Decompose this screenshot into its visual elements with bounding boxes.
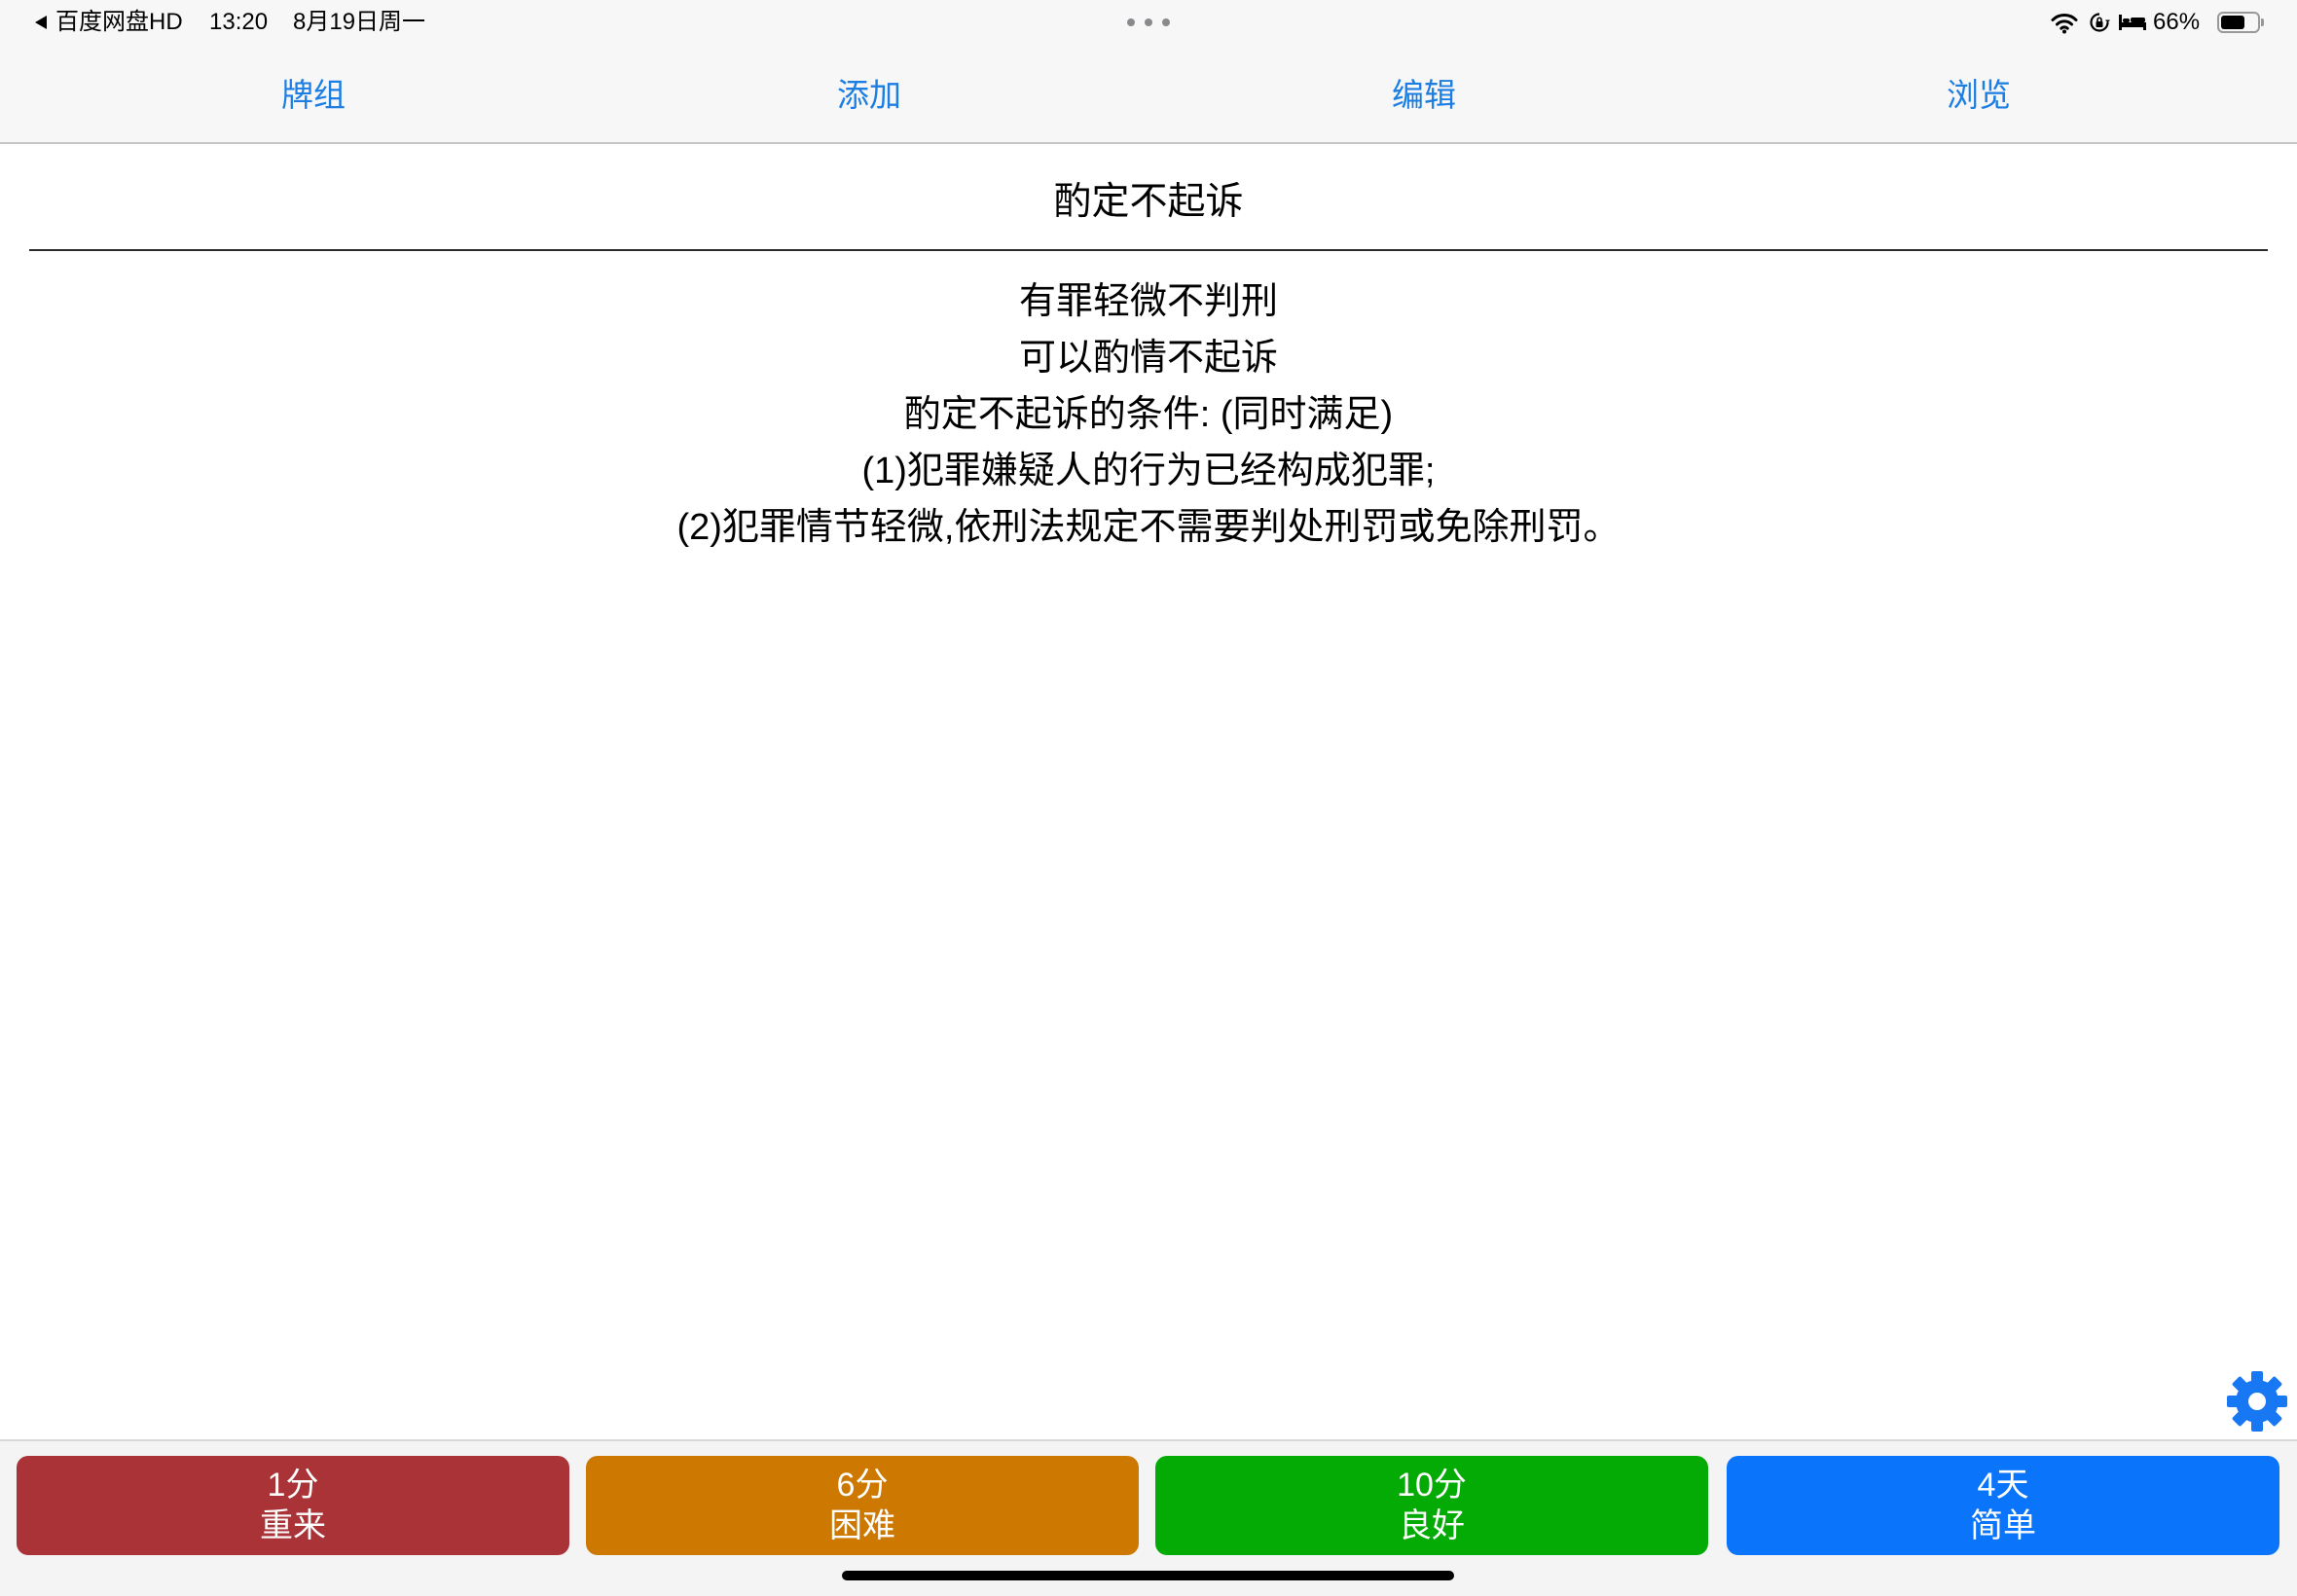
answer-line: 有罪轻微不判刑 <box>1018 281 1278 322</box>
more-dots-icon[interactable] <box>1127 18 1170 26</box>
card-question: 酌定不起诉 <box>1053 181 1244 223</box>
orientation-lock-icon <box>2090 13 2110 32</box>
answer-line: (1)犯罪嫌疑人的行为已经构成犯罪; <box>861 451 1436 491</box>
answer-line: 可以酌情不起诉 <box>1018 338 1278 379</box>
answer-line: 酌定不起诉的条件: (同时满足) <box>903 394 1394 435</box>
tab-edit[interactable]: 编辑 <box>1278 76 1570 115</box>
tab-browse[interactable]: 浏览 <box>1833 76 2125 115</box>
tab-add[interactable]: 添加 <box>723 76 1015 115</box>
easy-label: 简单 <box>1970 1507 2036 1544</box>
good-button[interactable]: 10分 良好 <box>1155 1456 1708 1555</box>
tab-decks[interactable]: 牌组 <box>167 76 459 115</box>
again-button[interactable]: 1分 重来 <box>17 1456 569 1555</box>
status-date: 8月19日周一 <box>293 9 426 35</box>
hard-label: 困难 <box>829 1507 895 1544</box>
good-interval: 10分 <box>1397 1467 1467 1504</box>
again-label: 重来 <box>260 1507 326 1544</box>
easy-interval: 4天 <box>1977 1467 2029 1504</box>
status-time: 13:20 <box>209 9 269 35</box>
battery-nub <box>2261 18 2264 26</box>
easy-button[interactable]: 4天 简单 <box>1727 1456 2279 1555</box>
battery-icon <box>2217 12 2260 33</box>
card-answer: 有罪轻微不判刑 可以酌情不起诉 酌定不起诉的条件: (同时满足) (1)犯罪嫌疑… <box>0 273 2297 556</box>
battery-level-fill <box>2221 16 2244 29</box>
home-indicator[interactable] <box>842 1571 1454 1580</box>
back-arrow-icon[interactable] <box>35 16 47 29</box>
good-label: 良好 <box>1399 1507 1465 1544</box>
wifi-icon <box>2051 14 2078 34</box>
battery-percentage: 66% <box>2153 9 2201 35</box>
sleep-mode-icon <box>2119 15 2146 30</box>
hard-button[interactable]: 6分 困难 <box>586 1456 1139 1555</box>
again-interval: 1分 <box>267 1467 319 1504</box>
gear-icon[interactable] <box>2226 1370 2288 1433</box>
hard-interval: 6分 <box>836 1467 889 1504</box>
card-divider <box>29 249 2268 251</box>
answer-line: (2)犯罪情节轻微,依刑法规定不需要判处刑罚或免除刑罚。 <box>676 507 1621 548</box>
back-to-app-link[interactable]: 百度网盘HD <box>55 8 183 37</box>
